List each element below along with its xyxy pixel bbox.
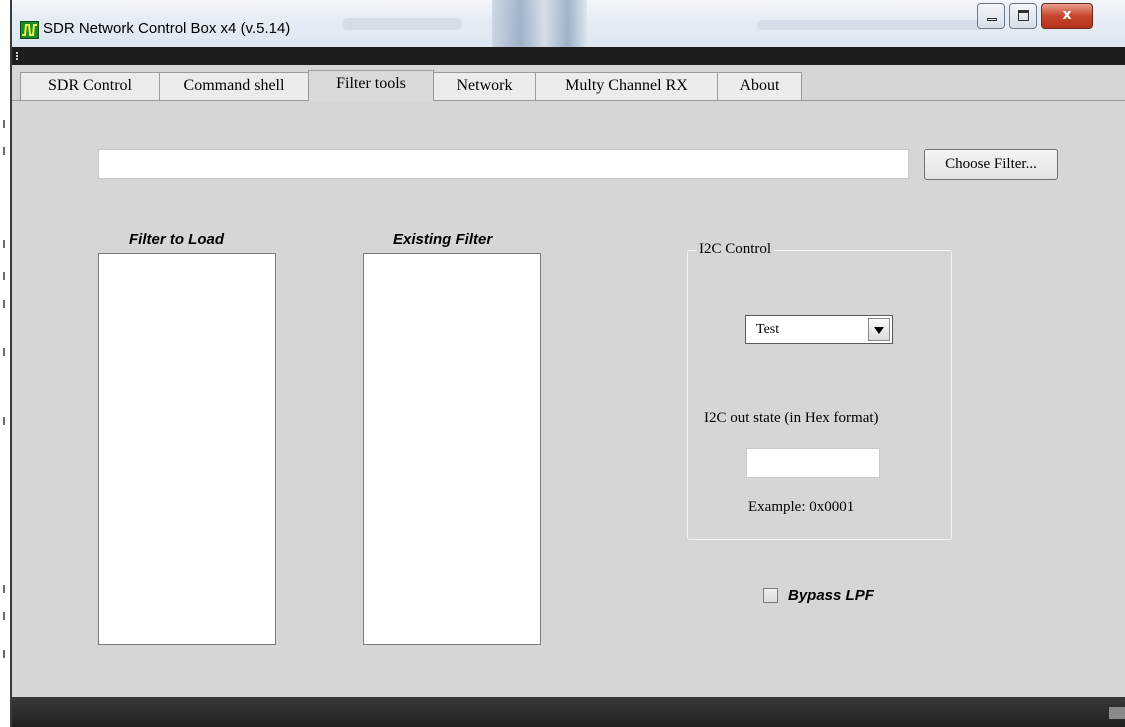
filter-tools-panel: Choose Filter... Filter to Load Existing…	[12, 100, 1125, 697]
filter-file-path-input[interactable]	[98, 149, 909, 179]
minimize-button[interactable]	[977, 3, 1005, 29]
tab-filter-tools[interactable]: Filter tools	[308, 70, 434, 101]
app-icon[interactable]	[20, 21, 39, 39]
window-title: SDR Network Control Box x4 (v.5.14)	[43, 20, 291, 37]
tab-sdr-control[interactable]: SDR Control	[20, 72, 160, 100]
existing-filter-listbox[interactable]	[363, 253, 541, 645]
minimize-icon	[987, 18, 997, 21]
status-bar	[12, 697, 1125, 727]
maximize-button[interactable]	[1009, 3, 1037, 29]
filter-to-load-title: Filter to Load	[129, 231, 224, 248]
i2c-hex-input[interactable]	[746, 448, 880, 478]
bypass-lpf-checkbox[interactable]	[763, 588, 778, 603]
client-area: SDR Control Command shell Filter tools N…	[12, 65, 1125, 697]
close-icon: x	[1062, 7, 1072, 23]
bypass-lpf-label[interactable]: Bypass LPF	[788, 587, 874, 604]
toolbar-strip	[12, 47, 1125, 65]
tab-multy-channel-rx[interactable]: Multy Channel RX	[535, 72, 718, 100]
i2c-mode-select[interactable]: Test	[745, 315, 893, 344]
filter-to-load-listbox[interactable]	[98, 253, 276, 645]
i2c-control-group	[687, 250, 952, 540]
chevron-down-icon[interactable]	[868, 318, 890, 341]
background-blur	[492, 0, 587, 47]
existing-filter-title: Existing Filter	[393, 231, 493, 248]
tab-about[interactable]: About	[717, 72, 802, 100]
background-blur	[757, 20, 987, 30]
resize-grip-icon[interactable]	[1109, 707, 1125, 719]
desktop-edge	[0, 0, 10, 727]
close-button[interactable]: x	[1041, 3, 1093, 29]
i2c-example-text: Example: 0x0001	[748, 499, 855, 515]
choose-filter-button[interactable]: Choose Filter...	[924, 149, 1058, 180]
title-bar[interactable]: SDR Network Control Box x4 (v.5.14) x	[12, 0, 1125, 47]
i2c-mode-selected: Test	[756, 322, 780, 337]
i2c-control-group-title: I2C Control	[696, 241, 775, 258]
app-window: SDR Network Control Box x4 (v.5.14) x SD…	[10, 0, 1125, 727]
tab-command-shell[interactable]: Command shell	[159, 72, 309, 100]
maximize-icon	[1018, 10, 1029, 21]
background-blur	[342, 18, 462, 30]
grip-icon[interactable]	[16, 52, 18, 60]
i2c-out-state-label: I2C out state (in Hex format)	[704, 410, 879, 426]
tab-network[interactable]: Network	[433, 72, 536, 100]
